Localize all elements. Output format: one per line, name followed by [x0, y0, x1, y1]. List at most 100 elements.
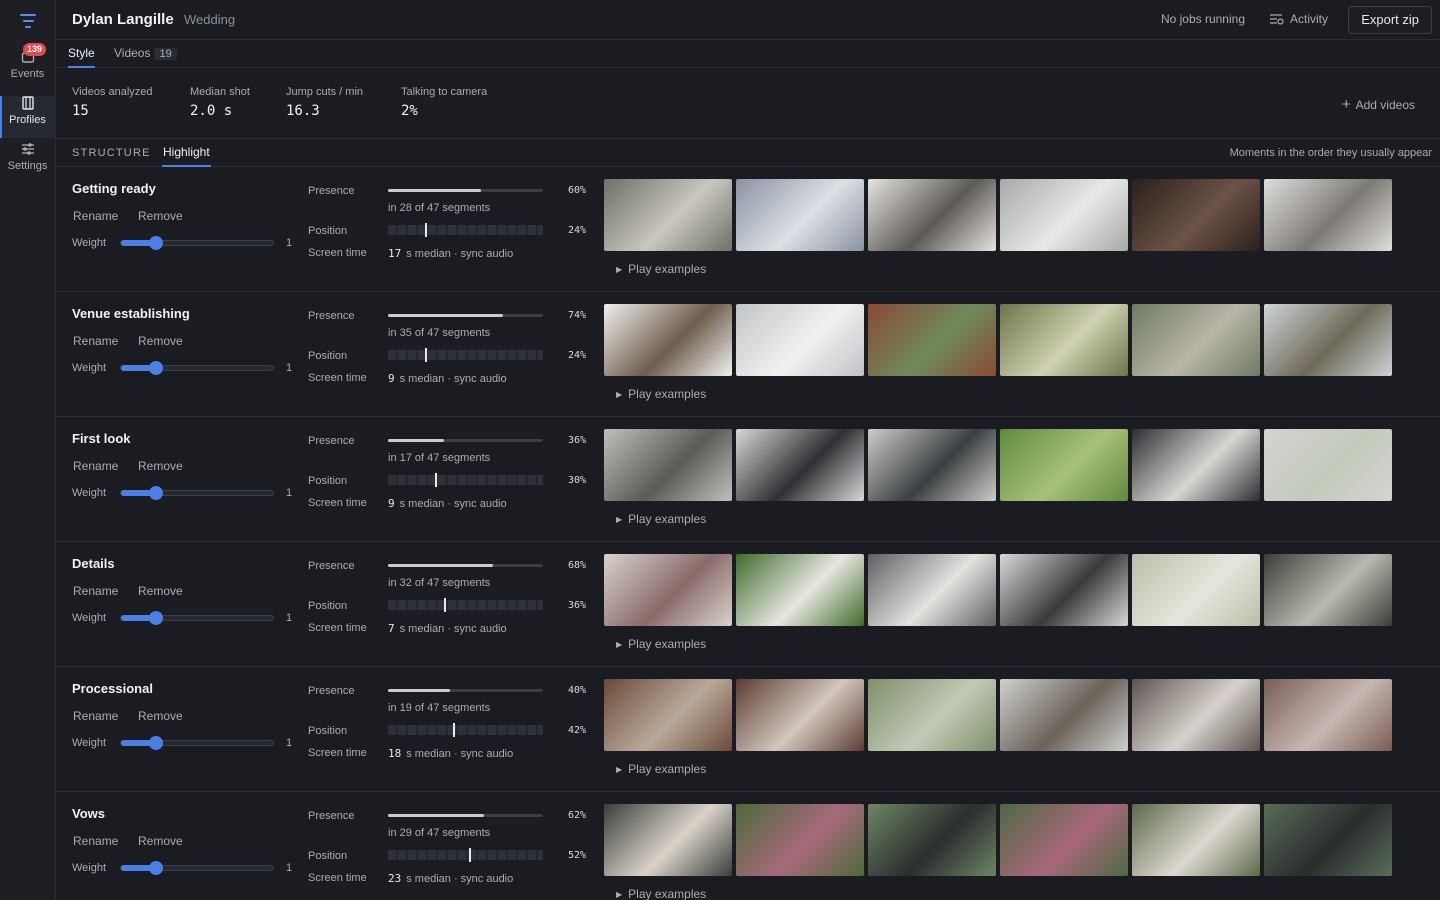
rename-button[interactable]: Rename [73, 334, 118, 348]
stat-label: Jump cuts / min [286, 86, 364, 98]
remove-button[interactable]: Remove [138, 834, 183, 848]
weight-slider-thumb[interactable] [148, 486, 163, 500]
presence-label: Presence [308, 435, 355, 447]
export-zip-button[interactable]: Export zip [1348, 6, 1432, 34]
sidebar-item-profiles[interactable]: Profiles [0, 96, 55, 138]
example-thumbnail[interactable] [868, 304, 996, 376]
weight-slider[interactable] [120, 861, 274, 875]
weight-slider[interactable] [120, 236, 274, 250]
example-thumbnail[interactable] [868, 179, 996, 251]
play-examples-button[interactable]: ▶ Play examples [616, 262, 706, 276]
example-thumbnail[interactable] [1132, 179, 1260, 251]
example-thumbnail[interactable] [1264, 804, 1392, 876]
example-thumbnail[interactable] [1264, 554, 1392, 626]
example-thumbnail[interactable] [1132, 304, 1260, 376]
example-thumbnail[interactable] [1264, 304, 1392, 376]
tab-videos[interactable]: Videos 19 [114, 46, 177, 68]
position-bar [388, 223, 543, 237]
stat-jump-cuts: Jump cuts / min 16.3 [286, 86, 363, 119]
sidebar-item-label: Events [10, 68, 45, 80]
example-thumbnail[interactable] [1132, 554, 1260, 626]
rename-button[interactable]: Rename [73, 584, 118, 598]
example-thumbnail[interactable] [736, 804, 864, 876]
rename-button[interactable]: Rename [73, 209, 118, 223]
play-icon: ▶ [616, 390, 623, 399]
example-thumbnail[interactable] [1000, 304, 1128, 376]
example-thumbnail[interactable] [736, 429, 864, 501]
presence-percent: 36% [568, 435, 587, 446]
presence-label: Presence [308, 185, 355, 197]
sidebar-item-events[interactable]: 139 Events [0, 43, 55, 92]
example-thumbnail[interactable] [604, 429, 732, 501]
example-thumbnail[interactable] [736, 304, 864, 376]
remove-button[interactable]: Remove [138, 334, 183, 348]
weight-slider-thumb[interactable] [148, 861, 163, 875]
add-videos-button[interactable]: + Add videos [1342, 96, 1415, 113]
presence-percent: 74% [568, 310, 587, 321]
activity-button[interactable]: Activity [1269, 12, 1328, 26]
sidebar: 139 Events Profiles Settings [0, 0, 56, 900]
example-thumbnail[interactable] [1000, 179, 1128, 251]
example-thumbnail[interactable] [604, 804, 732, 876]
tab-structure[interactable]: STRUCTURE [72, 147, 151, 159]
example-thumbnail[interactable] [1264, 179, 1392, 251]
play-examples-button[interactable]: ▶ Play examples [616, 637, 706, 651]
example-thumbnail[interactable] [868, 554, 996, 626]
weight-label: Weight [72, 862, 107, 874]
jobs-status: No jobs running [1160, 12, 1245, 26]
weight-slider[interactable] [120, 486, 274, 500]
example-thumbnail[interactable] [1000, 679, 1128, 751]
example-thumbnail[interactable] [736, 679, 864, 751]
logo-filter-icon[interactable] [18, 14, 38, 32]
remove-button[interactable]: Remove [138, 209, 183, 223]
screen-time-number: 7 [388, 622, 395, 635]
weight-value: 1 [286, 737, 293, 749]
example-thumbnail[interactable] [604, 179, 732, 251]
rename-button[interactable]: Rename [73, 709, 118, 723]
example-thumbnail[interactable] [604, 304, 732, 376]
example-thumbnail[interactable] [1132, 429, 1260, 501]
play-examples-button[interactable]: ▶ Play examples [616, 762, 706, 776]
stats-row: Videos analyzed 15 Median shot 2.0 s Jump … [56, 68, 1440, 139]
example-thumbnail[interactable] [1264, 429, 1392, 501]
rename-button[interactable]: Rename [73, 834, 118, 848]
example-thumbnail[interactable] [1132, 679, 1260, 751]
remove-button[interactable]: Remove [138, 459, 183, 473]
rename-button[interactable]: Rename [73, 459, 118, 473]
example-thumbnail[interactable] [868, 429, 996, 501]
example-thumbnail[interactable] [736, 554, 864, 626]
sidebar-item-settings[interactable]: Settings [0, 142, 55, 184]
example-thumbnail[interactable] [604, 679, 732, 751]
tab-highlight[interactable]: Highlight [162, 145, 211, 167]
play-examples-button[interactable]: ▶ Play examples [616, 387, 706, 401]
weight-slider-thumb[interactable] [148, 361, 163, 375]
example-thumbnail[interactable] [1132, 804, 1260, 876]
tab-style[interactable]: Style [68, 46, 95, 68]
example-thumbnail[interactable] [604, 554, 732, 626]
example-thumbnail[interactable] [868, 679, 996, 751]
weight-slider[interactable] [120, 611, 274, 625]
example-thumbnail[interactable] [868, 804, 996, 876]
presence-percent: 60% [568, 185, 587, 196]
weight-slider-thumb[interactable] [148, 611, 163, 625]
example-thumbnail[interactable] [1000, 554, 1128, 626]
stat-value: 16.3 [286, 103, 320, 119]
play-examples-label: Play examples [628, 262, 707, 276]
moment-row: Processional Rename Remove Weight 1 Pres… [56, 667, 1440, 792]
play-examples-button[interactable]: ▶ Play examples [616, 887, 706, 900]
weight-slider-thumb[interactable] [148, 236, 163, 250]
remove-button[interactable]: Remove [138, 584, 183, 598]
weight-label: Weight [72, 737, 107, 749]
remove-button[interactable]: Remove [138, 709, 183, 723]
example-thumbnail[interactable] [1000, 804, 1128, 876]
example-thumbnail[interactable] [1000, 429, 1128, 501]
profile-tabs: Style Videos 19 [56, 40, 1440, 68]
weight-slider[interactable] [120, 736, 274, 750]
example-thumbnail[interactable] [1264, 679, 1392, 751]
presence-label: Presence [308, 810, 355, 822]
weight-value: 1 [286, 362, 293, 374]
play-examples-button[interactable]: ▶ Play examples [616, 512, 706, 526]
weight-slider-thumb[interactable] [148, 736, 163, 750]
example-thumbnail[interactable] [736, 179, 864, 251]
weight-slider[interactable] [120, 361, 274, 375]
